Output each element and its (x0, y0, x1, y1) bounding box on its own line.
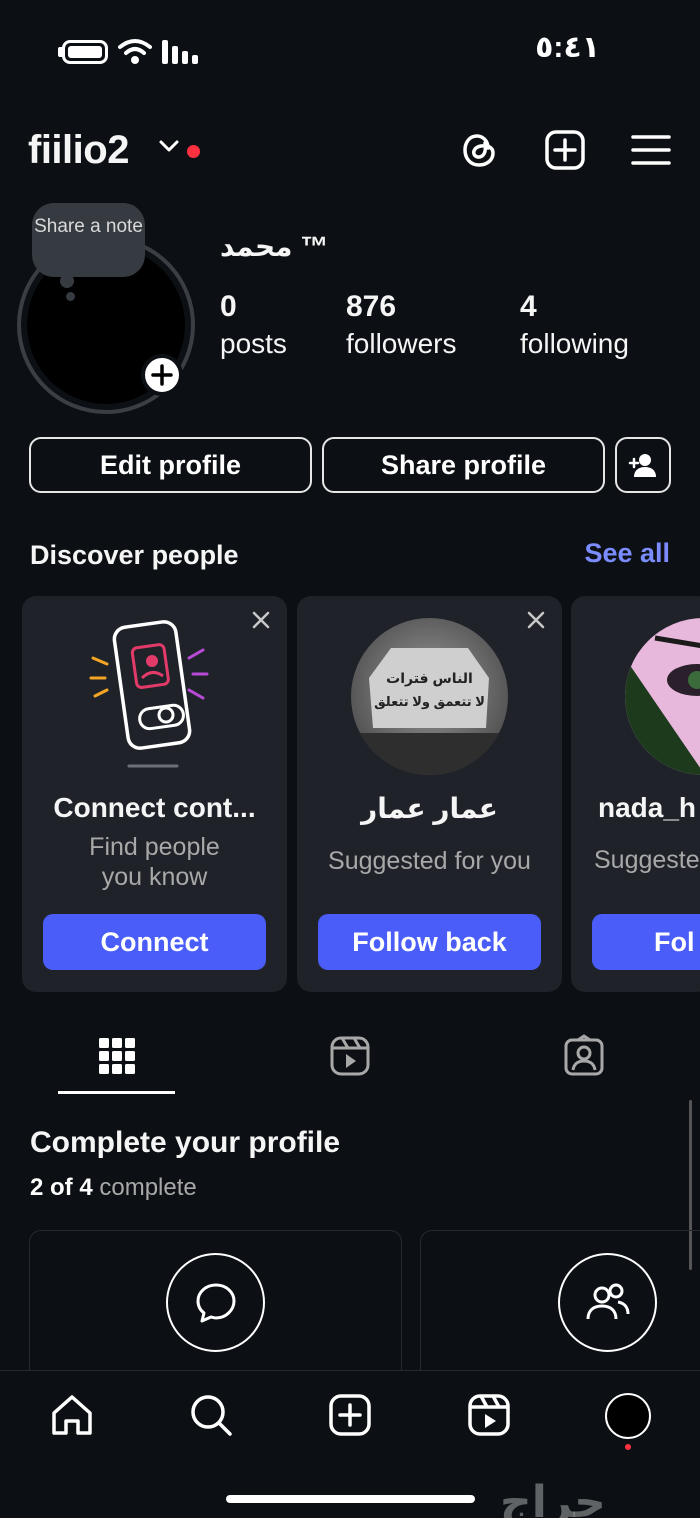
follow-button[interactable]: Fol (592, 914, 700, 970)
profile-tab-avatar[interactable] (605, 1393, 651, 1439)
battery-icon (62, 40, 108, 64)
bottom-navigation: حراج (0, 1370, 700, 1518)
battery-tip (58, 47, 62, 57)
phone-contacts-icon (89, 620, 209, 768)
share-profile-button[interactable]: Share profile (322, 437, 605, 493)
stat-value: 4 (520, 290, 537, 323)
card-title: nada_h (598, 792, 697, 823)
edit-profile-button[interactable]: Edit profile (29, 437, 312, 493)
close-icon[interactable] (526, 610, 546, 630)
add-bio-card[interactable] (29, 1230, 402, 1370)
status-time: ٥:٤١ (535, 31, 600, 64)
suggested-user-photo[interactable] (625, 618, 700, 775)
status-bar: ٥:٤١ (0, 0, 700, 100)
wifi-icon (118, 39, 152, 64)
add-person-icon (628, 454, 656, 477)
home-icon[interactable] (48, 1391, 96, 1439)
share-note-bubble[interactable]: Share a note (32, 203, 145, 277)
card-subtitle: Suggested for you (328, 847, 531, 875)
stat-value: 0 (220, 290, 237, 323)
stat-posts[interactable]: 0 posts (220, 288, 287, 362)
suggested-user-card: الناس فترات لا تتعمق ولا تتعلق عمار عمار… (297, 596, 562, 992)
notification-dot (625, 1444, 631, 1450)
create-icon[interactable] (326, 1391, 374, 1439)
reels-icon[interactable] (465, 1391, 513, 1439)
tagged-icon[interactable] (562, 1034, 606, 1078)
photo-caption-2: لا تتعمق ولا تتعلق (374, 694, 485, 709)
stat-value: 876 (346, 290, 397, 323)
watermark-logo: حراج (500, 1477, 606, 1518)
notification-dot (187, 145, 200, 158)
create-icon[interactable] (543, 128, 587, 172)
plus-icon (151, 364, 173, 386)
connect-button[interactable]: Connect (43, 914, 266, 970)
suggested-user-photo[interactable]: الناس فترات لا تتعمق ولا تتعلق (351, 618, 508, 775)
card-subtitle-line2: you know (101, 863, 208, 891)
menu-icon[interactable] (629, 128, 673, 172)
stat-followers[interactable]: 876 followers (346, 288, 456, 362)
see-all-link[interactable]: See all (584, 538, 670, 569)
stat-label: followers (346, 328, 457, 359)
card-subtitle: Suggeste (594, 846, 700, 874)
find-people-card[interactable] (420, 1230, 700, 1370)
note-tail-dot (60, 274, 74, 288)
reels-icon[interactable] (328, 1034, 372, 1078)
photo-image (625, 618, 700, 775)
follow-back-button[interactable]: Follow back (318, 914, 541, 970)
progress-count: 2 of 4 (30, 1174, 93, 1201)
progress-label: complete (99, 1174, 197, 1201)
profile-header: fiilio2 (0, 120, 700, 180)
display-name: محمد ™ (220, 231, 329, 262)
active-tab-indicator (58, 1091, 175, 1094)
close-icon[interactable] (251, 610, 271, 630)
username-switcher[interactable]: fiilio2 (28, 128, 129, 173)
chevron-down-icon[interactable] (158, 138, 180, 154)
people-circle (558, 1253, 657, 1352)
card-title: عمار عمار (361, 793, 498, 824)
card-subtitle-line1: Find people (89, 833, 220, 861)
discover-people-button[interactable] (615, 437, 671, 493)
complete-profile-progress: 2 of 4 complete (30, 1174, 197, 1202)
people-icon (586, 1283, 630, 1320)
search-icon[interactable] (187, 1391, 235, 1439)
card-title: Connect cont... (53, 792, 256, 823)
connect-contacts-card: Connect cont... Find people you know Con… (22, 596, 287, 992)
threads-icon[interactable] (458, 128, 502, 172)
add-story-button[interactable] (141, 354, 183, 396)
speech-bubble-icon (196, 1283, 236, 1323)
stat-label: posts (220, 328, 287, 359)
grid-icon[interactable] (95, 1034, 139, 1078)
suggested-user-card: nada_h Suggeste Fol (571, 596, 700, 992)
discover-people-title: Discover people (30, 540, 239, 570)
home-indicator[interactable] (226, 1495, 475, 1503)
photo-caption-1: الناس فترات (386, 670, 473, 686)
signal-icon (162, 40, 198, 64)
note-tail-dot-small (66, 292, 75, 301)
complete-profile-title: Complete your profile (30, 1126, 341, 1159)
stat-label: following (520, 328, 629, 359)
stat-following[interactable]: 4 following (520, 288, 629, 362)
bio-circle (166, 1253, 265, 1352)
